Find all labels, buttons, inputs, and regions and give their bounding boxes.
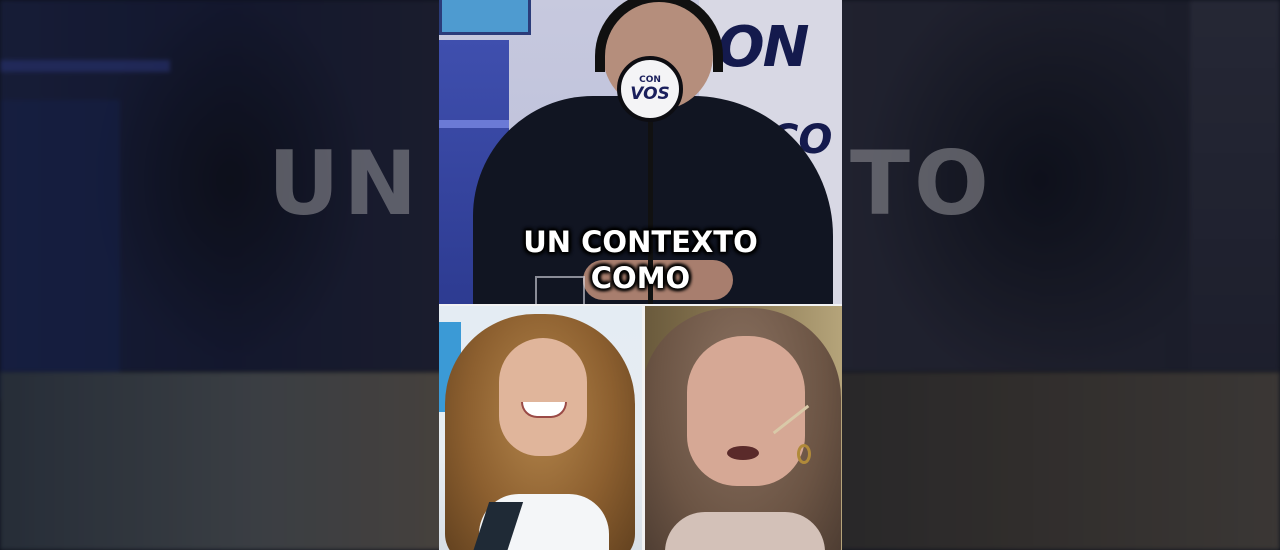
photo-woman-curly-hair <box>439 306 643 550</box>
caption-line-1: UN CONTEXTO <box>523 225 758 259</box>
wall-logo-text-top: ON <box>717 15 809 80</box>
blurred-caption-word-1: UN <box>268 132 422 235</box>
studio-monitor <box>439 0 531 35</box>
subtitle-caption: UN CONTEXTO COMO <box>439 224 842 296</box>
blouse <box>665 512 825 550</box>
mouth <box>727 446 759 460</box>
earring <box>797 444 811 464</box>
photo-woman-tv-panel <box>645 306 842 550</box>
mic-flag-large-text: VOS <box>630 84 670 104</box>
face-right <box>687 336 805 486</box>
microphone-flag-logo: CON VOS <box>617 56 683 122</box>
blurred-caption-word-2: TO <box>850 132 993 235</box>
face-left <box>499 338 587 456</box>
video-frame[interactable]: ON CO CON VOS UN CONTEXTO COMO <box>439 0 842 550</box>
caption-line-2: COMO <box>590 261 691 295</box>
radio-studio-scene: ON CO CON VOS UN CONTEXTO COMO <box>439 0 842 306</box>
